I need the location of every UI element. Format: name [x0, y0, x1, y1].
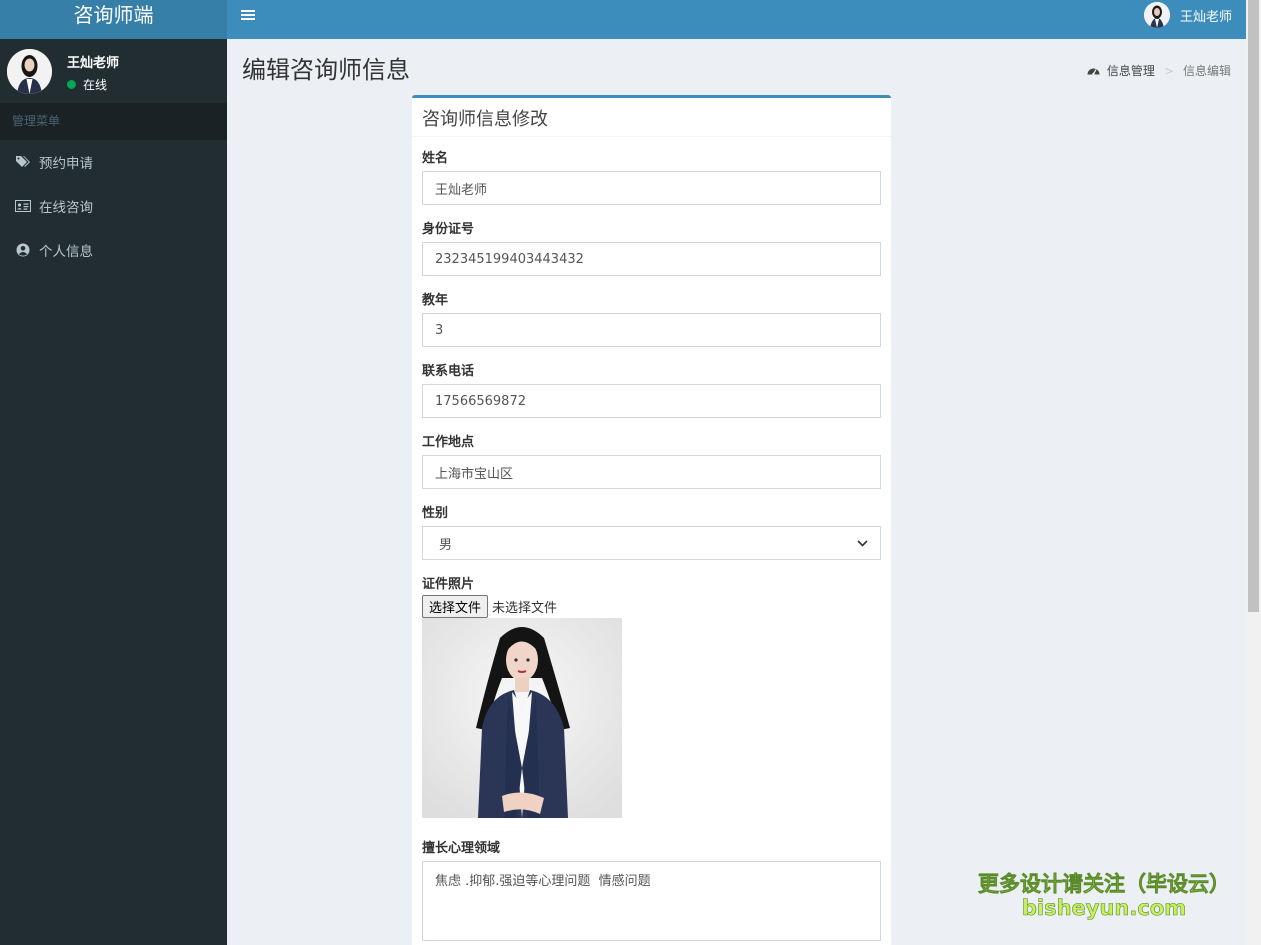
work-location-group: 工作地点 上海市宝山区 [422, 431, 881, 489]
gender-selected-value: 男 [439, 537, 453, 553]
work-location-label: 工作地点 [422, 435, 475, 450]
header-avatar [1143, 2, 1170, 28]
id-photo-image [422, 618, 622, 818]
user-menu[interactable]: 王灿老师 [1143, 2, 1232, 28]
teaching-years-group: 教年 3 [422, 289, 881, 347]
name-group: 姓名 王灿老师 [422, 147, 881, 205]
sidebar-item-online-consult[interactable]: 在线咨询 [0, 184, 227, 228]
tags-icon [15, 155, 31, 169]
online-status: 在线 [67, 76, 107, 93]
id-card-icon [15, 199, 31, 213]
sidebar-item-label: 预约申请 [39, 156, 93, 172]
gender-label: 性别 [422, 506, 449, 521]
specialty-label: 擅长心理领域 [422, 841, 501, 856]
breadcrumb-separator: > [1163, 63, 1174, 78]
file-status: 未选择文件 [492, 601, 558, 616]
gender-group: 性别 男 [422, 502, 881, 560]
app-logo-title[interactable]: 咨询师端 [0, 0, 227, 39]
name-input[interactable]: 王灿老师 [422, 171, 881, 205]
top-navbar: 王灿老师 [227, 0, 1246, 39]
page-title: 编辑咨询师信息 [242, 56, 410, 84]
user-circle-icon [15, 243, 31, 257]
teaching-years-input[interactable]: 3 [422, 313, 881, 347]
breadcrumb: 信息管理 > 信息编辑 [1087, 62, 1231, 79]
watermark-line-2: bisheyun.com [1021, 896, 1187, 921]
sidebar-item-label: 个人信息 [39, 244, 93, 260]
file-input: 选择文件 未选择文件 [422, 595, 881, 618]
phone-group: 联系电话 17566569872 [422, 360, 881, 418]
gender-select[interactable]: 男 [422, 526, 881, 560]
id-number-input[interactable]: 232345199403443432 [422, 242, 881, 276]
online-dot-icon [67, 80, 76, 89]
specialty-group: 擅长心理领域 焦虑 .抑郁.强迫等心理问题 情感问题 [422, 837, 881, 941]
watermark-line-1: 更多设计请关注（毕设云） [978, 872, 1231, 897]
avatar [7, 49, 52, 94]
specialty-textarea[interactable]: 焦虑 .抑郁.强迫等心理问题 情感问题 [422, 861, 881, 941]
breadcrumb-root[interactable]: 信息管理 [1107, 62, 1155, 79]
scrollbar-thumb[interactable] [1248, 0, 1259, 612]
form-title: 咨询师信息修改 [412, 98, 891, 137]
sidebar: 王灿老师 在线 管理菜单 预约申请 在线咨询 个人信息 [0, 39, 227, 945]
id-number-group: 身份证号 232345199403443432 [422, 218, 881, 276]
user-panel: 王灿老师 在线 [0, 39, 227, 103]
work-location-input[interactable]: 上海市宝山区 [422, 455, 881, 489]
teaching-years-label: 教年 [422, 293, 449, 308]
sidebar-item-appointments[interactable]: 预约申请 [0, 140, 227, 184]
chevron-down-icon [857, 539, 868, 547]
dashboard-icon [1087, 65, 1100, 76]
sidebar-item-label: 在线咨询 [39, 200, 93, 216]
photo-group: 证件照片 选择文件 未选择文件 [422, 573, 881, 818]
photo-label: 证件照片 [422, 577, 475, 592]
watermark: 更多设计请关注（毕设云） bisheyun.com [978, 868, 1231, 921]
edit-form-box: 咨询师信息修改 姓名 王灿老师 身份证号 232345199403443432 … [412, 95, 891, 945]
status-label: 在线 [83, 78, 108, 92]
name-label: 姓名 [422, 151, 449, 166]
choose-file-button[interactable]: 选择文件 [422, 595, 489, 618]
page-scrollbar[interactable] [1246, 0, 1261, 945]
phone-label: 联系电话 [422, 364, 475, 379]
counselor-form: 姓名 王灿老师 身份证号 232345199403443432 教年 3 联系电… [412, 137, 891, 945]
sidebar-user-name: 王灿老师 [67, 56, 120, 71]
menu-header: 管理菜单 [0, 103, 227, 140]
breadcrumb-current: 信息编辑 [1182, 64, 1231, 78]
id-number-label: 身份证号 [422, 222, 475, 237]
sidebar-item-profile[interactable]: 个人信息 [0, 228, 227, 272]
header-user-name: 王灿老师 [1179, 9, 1232, 25]
phone-input[interactable]: 17566569872 [422, 384, 881, 418]
sidebar-toggle-icon[interactable] [241, 8, 255, 22]
